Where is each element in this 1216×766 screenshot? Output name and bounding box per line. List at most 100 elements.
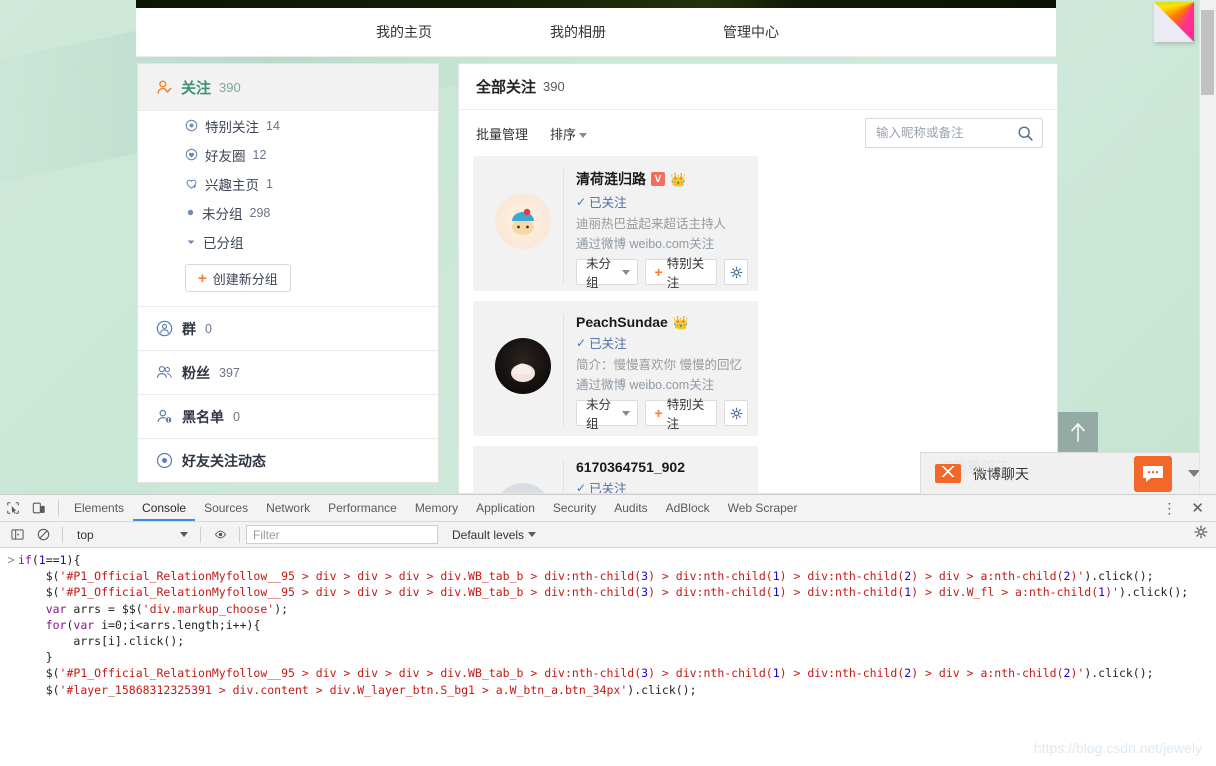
tab-network[interactable]: Network: [257, 495, 319, 521]
user-name-line: 清荷涟归路 V 👑: [576, 169, 748, 189]
tab-web-scraper[interactable]: Web Scraper: [719, 495, 807, 521]
close-icon[interactable]: ✕: [1185, 499, 1210, 517]
tab-memory[interactable]: Memory: [406, 495, 467, 521]
sort-label: 排序: [550, 126, 577, 142]
chat-bubble-button[interactable]: [1134, 456, 1172, 492]
search-input[interactable]: [866, 120, 1006, 146]
more-options-icon[interactable]: ⋮: [1156, 500, 1183, 517]
sidebar-item-groups[interactable]: 群 0: [138, 306, 438, 350]
avatar[interactable]: [495, 338, 551, 394]
group-select[interactable]: 未分组: [576, 257, 638, 290]
envelope-icon[interactable]: [935, 464, 961, 483]
devtools-window-controls: ⋮ ✕: [1156, 499, 1210, 518]
tab-security[interactable]: Security: [544, 495, 605, 521]
user-card[interactable]: PeachSundae 👑 ✓ 已关注 简介：慢慢喜欢你 慢慢的回忆 通过微博 …: [473, 301, 758, 436]
divider: [62, 526, 63, 543]
clear-console-icon[interactable]: [30, 522, 56, 548]
interest-page-label: 兴趣主页: [205, 177, 259, 193]
sort-dropdown[interactable]: 排序: [550, 124, 588, 143]
user-name[interactable]: 6170364751_902: [576, 459, 685, 475]
console-prompt-icon: >: [7, 553, 15, 567]
sidebar-item-friend-activity[interactable]: 好友关注动态: [138, 438, 438, 482]
console-sidebar-icon[interactable]: [4, 522, 30, 548]
tab-adblock[interactable]: AdBlock: [657, 495, 719, 521]
cover-photo: [136, 0, 1056, 8]
group-select[interactable]: 未分组: [576, 398, 638, 431]
log-levels-dropdown[interactable]: Default levels: [452, 527, 537, 542]
panel-header: 全部关注 390: [459, 64, 1057, 110]
console-filter-input[interactable]: [246, 525, 438, 544]
page-scrollbar[interactable]: [1199, 0, 1216, 494]
create-new-group-button[interactable]: + 创建新分组: [185, 264, 291, 292]
panel-toolbar: 批量管理 排序: [459, 110, 1057, 156]
tab-audits[interactable]: Audits: [605, 495, 656, 521]
settings-gear-icon[interactable]: [1194, 525, 1208, 544]
batch-manage-button[interactable]: 批量管理: [476, 124, 528, 143]
check-icon: ✓: [576, 335, 587, 350]
avatar[interactable]: [495, 483, 551, 493]
page-scrollbar-thumb[interactable]: [1201, 10, 1214, 95]
plus-icon: +: [654, 405, 663, 421]
heart-plus-icon: [185, 177, 198, 190]
inspect-element-icon[interactable]: [0, 495, 26, 521]
follow-source: 通过微博 weibo.com关注: [576, 378, 715, 392]
sidebar-item-ungrouped[interactable]: 未分组 298: [138, 198, 438, 227]
tab-performance[interactable]: Performance: [319, 495, 406, 521]
verified-v-icon: V: [651, 172, 665, 186]
sidebar-item-fans[interactable]: 粉丝 397: [138, 350, 438, 394]
sidebar-item-blocklist[interactable]: 黑名单 0: [138, 394, 438, 438]
avatar[interactable]: [495, 193, 551, 249]
user-card[interactable]: 6170364751_902 ✓ 已关注 她还没有填写个人简介 通过微博 wei…: [473, 446, 758, 493]
tab-sources[interactable]: Sources: [195, 495, 257, 521]
followed-label: 已关注: [589, 196, 627, 210]
log-levels-label: Default levels: [452, 527, 525, 542]
back-to-top-button[interactable]: [1058, 412, 1098, 452]
sidebar-item-special-follow[interactable]: 特别关注 14: [138, 111, 438, 140]
tab-console[interactable]: Console: [133, 495, 195, 521]
device-toolbar-icon[interactable]: [26, 495, 52, 521]
sidebar-item-friend-circle[interactable]: 好友圈 12: [138, 140, 438, 169]
user-name[interactable]: 清荷涟归路: [576, 169, 646, 189]
special-follow-button[interactable]: + 特别关注: [644, 398, 718, 431]
console-entry[interactable]: > if(1==1){ $('#P1_Official_RelationMyfo…: [0, 552, 1216, 698]
search-icon[interactable]: [1017, 125, 1034, 147]
new-group-wrap: + 创建新分组: [138, 256, 438, 306]
gear-icon[interactable]: [724, 400, 748, 426]
page-title-count: 390: [543, 79, 565, 94]
sidebar-item-grouped[interactable]: 已分组: [138, 227, 438, 256]
friend-activity-label: 好友关注动态: [182, 452, 266, 469]
follow-user-icon: [156, 79, 173, 96]
tab-elements[interactable]: Elements: [65, 495, 133, 521]
user-name[interactable]: PeachSundae: [576, 314, 668, 330]
weibo-page: 我的主页 我的相册 管理中心 关注 390 特别关注 14 好友圈 12 兴趣主…: [0, 0, 1216, 494]
sidebar-item-following[interactable]: 关注 390: [138, 64, 438, 111]
user-info: PeachSundae 👑 ✓ 已关注 简介：慢慢喜欢你 慢慢的回忆 通过微博 …: [563, 314, 748, 431]
interest-page-count: 1: [266, 176, 273, 191]
search-box[interactable]: [865, 118, 1043, 148]
blocklist-label: 黑名单: [182, 408, 224, 425]
user-card[interactable]: 清荷涟归路 V 👑 ✓ 已关注 迪丽热巴益起来超话主持人 通过微博 weibo.…: [473, 156, 758, 291]
execution-context-select[interactable]: top: [69, 525, 194, 545]
plus-icon: +: [654, 264, 663, 280]
card-actions: 未分组 + 特别关注: [576, 257, 748, 290]
groups-count: 0: [205, 321, 212, 336]
nav-item-manage[interactable]: 管理中心: [723, 22, 779, 42]
sidebar-item-interest-page[interactable]: 兴趣主页 1: [138, 169, 438, 198]
followed-label: 已关注: [589, 337, 627, 351]
special-follow-button[interactable]: + 特别关注: [644, 257, 718, 290]
caret-down-icon: [579, 132, 588, 138]
live-expression-icon[interactable]: [207, 522, 233, 548]
nav-item-home[interactable]: 我的主页: [376, 22, 432, 42]
followed-status: ✓ 已关注: [576, 192, 748, 211]
ungrouped-count: 298: [249, 205, 271, 220]
console-output[interactable]: > if(1==1){ $('#P1_Official_RelationMyfo…: [0, 548, 1216, 766]
gear-icon[interactable]: [724, 259, 748, 285]
fans-icon: [156, 364, 173, 381]
watermark: https://blog.csdn.net/jewely: [1033, 740, 1202, 756]
target-dot-icon: [185, 119, 198, 132]
fans-label: 粉丝: [182, 364, 210, 381]
console-code-block: if(1==1){ $('#P1_Official_RelationMyfoll…: [18, 553, 1189, 697]
tab-application[interactable]: Application: [467, 495, 544, 521]
nav-item-album[interactable]: 我的相册: [550, 22, 606, 42]
page-banner: 我的主页 我的相册 管理中心: [136, 0, 1056, 57]
